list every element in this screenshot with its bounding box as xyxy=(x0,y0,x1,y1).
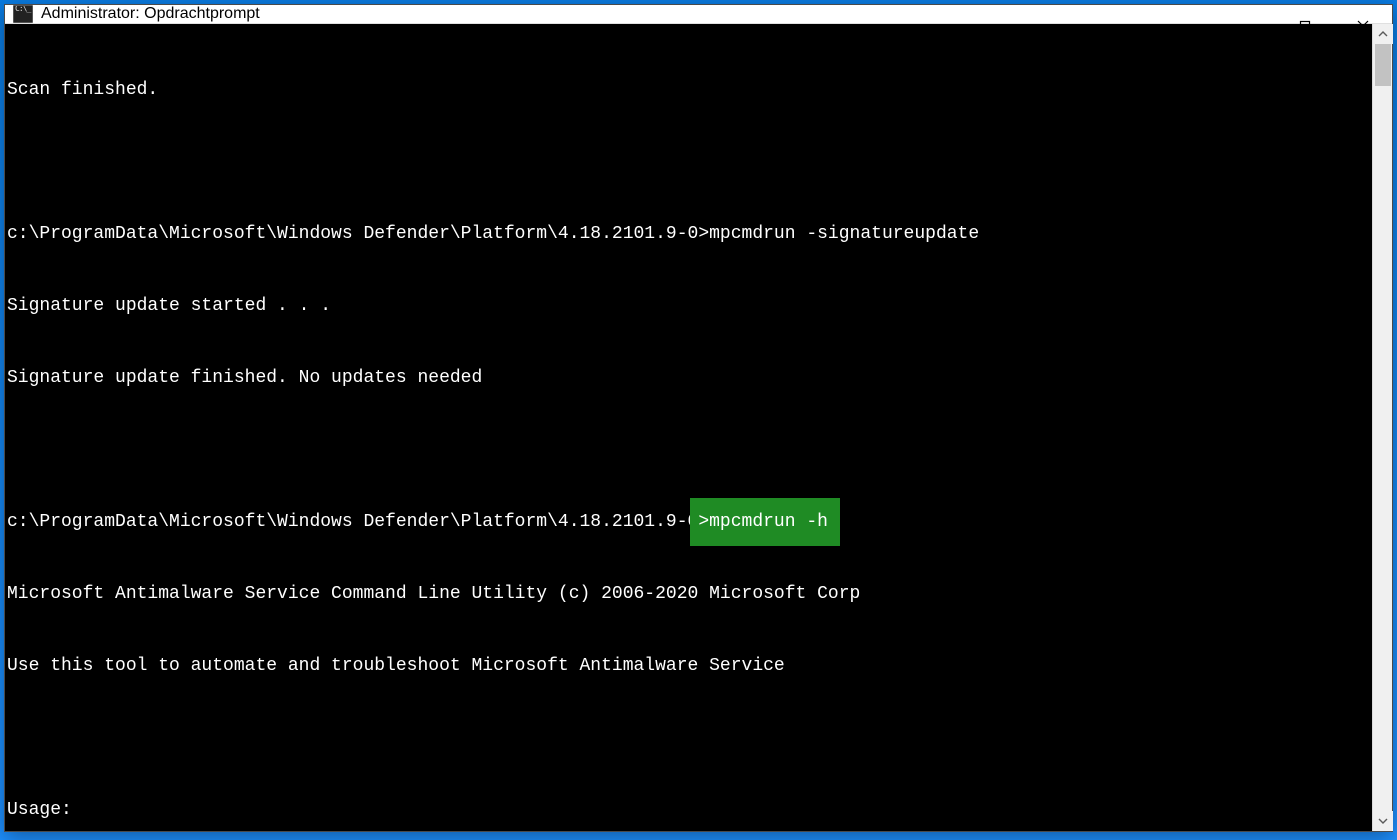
output-line: Scan finished. xyxy=(7,78,1370,102)
scroll-up-button[interactable] xyxy=(1373,24,1393,44)
titlebar[interactable]: Administrator: Opdrachtprompt xyxy=(5,5,1392,24)
vertical-scrollbar[interactable] xyxy=(1372,24,1392,831)
chevron-up-icon xyxy=(1378,29,1388,39)
chevron-down-icon xyxy=(1378,816,1388,826)
command-prompt-window: Administrator: Opdrachtprompt S xyxy=(4,4,1393,832)
output-blank xyxy=(7,726,1370,750)
output-line: Signature update started . . . xyxy=(7,294,1370,318)
highlighted-command: >mpcmdrun -h xyxy=(698,512,828,532)
client-area: Scan finished. c:\ProgramData\Microsoft\… xyxy=(5,24,1392,831)
output-line: Usage: xyxy=(7,798,1370,822)
prompt-line: c:\ProgramData\Microsoft\Windows Defende… xyxy=(7,510,1370,534)
output-blank xyxy=(7,150,1370,174)
terminal-output[interactable]: Scan finished. c:\ProgramData\Microsoft\… xyxy=(5,24,1372,831)
output-line: c:\ProgramData\Microsoft\Windows Defende… xyxy=(7,222,1370,246)
scroll-down-button[interactable] xyxy=(1373,811,1393,831)
prompt-path: c:\ProgramData\Microsoft\Windows Defende… xyxy=(7,512,698,532)
command-highlight: >mpcmdrun -h xyxy=(696,504,834,540)
window-title: Administrator: Opdrachtprompt xyxy=(41,5,260,23)
output-line: Microsoft Antimalware Service Command Li… xyxy=(7,582,1370,606)
output-line: Signature update finished. No updates ne… xyxy=(7,366,1370,390)
scroll-thumb[interactable] xyxy=(1375,44,1391,86)
scroll-track[interactable] xyxy=(1373,44,1392,811)
output-blank xyxy=(7,438,1370,462)
cmd-icon xyxy=(13,5,33,23)
output-line: Use this tool to automate and troublesho… xyxy=(7,654,1370,678)
